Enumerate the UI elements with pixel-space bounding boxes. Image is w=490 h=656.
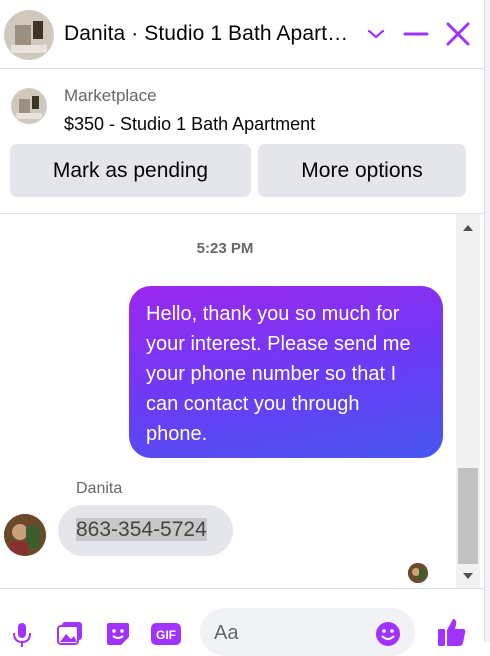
avatar[interactable] [4, 10, 54, 60]
emoji-icon[interactable] [374, 620, 402, 648]
seen-indicator-avatar [408, 563, 428, 583]
listing-source-label: Marketplace [64, 86, 157, 105]
scrollbar-thumb[interactable] [458, 468, 478, 564]
scroll-up-arrow-icon[interactable] [460, 220, 476, 236]
chat-header: Danita · Studio 1 Bath Apartment [0, 0, 484, 69]
scroll-down-arrow-icon[interactable] [460, 568, 476, 584]
message-timestamp: 5:23 PM [196, 240, 254, 257]
sticker-icon[interactable] [104, 620, 132, 648]
listing-title[interactable]: $350 - Studio 1 Bath Apartment [64, 114, 315, 135]
outgoing-message-bubble[interactable]: Hello, thank you so much for your intere… [129, 286, 443, 458]
sender-name: Danita [76, 480, 123, 497]
mark-as-pending-button[interactable]: Mark as pending [10, 144, 251, 197]
message-scrollbar[interactable] [456, 214, 480, 588]
listing-thumbnail[interactable] [11, 88, 47, 124]
close-icon[interactable] [444, 20, 472, 48]
minimize-icon[interactable] [402, 20, 430, 48]
divider [0, 588, 484, 589]
thumbs-up-icon[interactable] [436, 616, 466, 646]
chat-title[interactable]: Danita · Studio 1 Bath Apartment [64, 22, 354, 46]
sender-avatar[interactable] [4, 514, 46, 556]
incoming-message-text[interactable]: 863-354-5724 [76, 518, 207, 541]
gif-icon[interactable]: GIF [150, 620, 182, 648]
incoming-message-bubble[interactable]: 863-354-5724 [58, 505, 233, 556]
microphone-icon[interactable] [8, 620, 36, 648]
photo-icon[interactable] [56, 620, 84, 648]
gif-label: GIF [156, 628, 176, 642]
chevron-down-icon[interactable] [362, 20, 390, 48]
divider [0, 213, 484, 214]
more-options-button[interactable]: More options [258, 144, 466, 197]
window-edge [484, 0, 490, 642]
